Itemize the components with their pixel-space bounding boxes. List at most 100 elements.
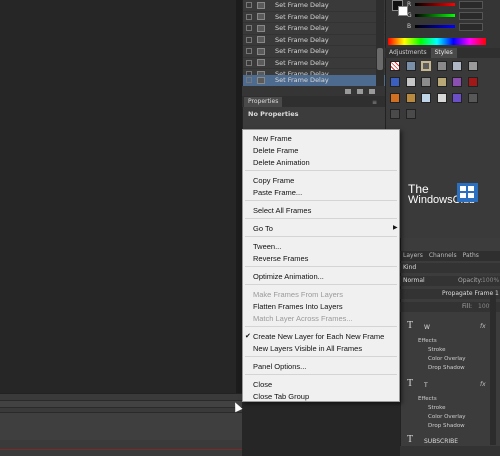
- menu-item-new-layers-visible-all-frames[interactable]: New Layers Visible in All Frames: [253, 344, 362, 353]
- actions-scroll-thumb[interactable]: [377, 48, 383, 70]
- new-action-icon[interactable]: [357, 88, 363, 94]
- dialog-toggle-icon[interactable]: [257, 36, 265, 44]
- style-swatch[interactable]: [406, 77, 416, 87]
- action-row[interactable]: Set Frame Delay: [243, 58, 386, 69]
- style-swatch[interactable]: [468, 77, 478, 87]
- dialog-toggle-icon[interactable]: [257, 76, 265, 84]
- style-swatch[interactable]: [452, 61, 462, 71]
- blue-slider[interactable]: [415, 25, 455, 28]
- menu-item-reverse-frames[interactable]: Reverse Frames: [253, 254, 308, 263]
- red-value-field[interactable]: [459, 1, 483, 9]
- red-slider[interactable]: [415, 3, 455, 6]
- effect-stroke[interactable]: Stroke: [428, 405, 446, 411]
- checkbox-icon[interactable]: [246, 36, 252, 43]
- style-swatch[interactable]: [468, 61, 478, 71]
- style-swatch[interactable]: [421, 93, 431, 103]
- style-swatch-none-icon[interactable]: [390, 61, 400, 71]
- panel-menu-icon[interactable]: ≡: [372, 99, 377, 106]
- layers-scrollbar[interactable]: [490, 295, 496, 445]
- tab-layers[interactable]: Layers: [400, 251, 426, 261]
- checkbox-icon[interactable]: [246, 48, 252, 55]
- dialog-toggle-icon[interactable]: [257, 59, 265, 67]
- style-swatch[interactable]: [421, 77, 431, 87]
- style-swatch[interactable]: [437, 61, 447, 71]
- blue-value-field[interactable]: [459, 23, 483, 31]
- menu-separator: [245, 200, 397, 201]
- effect-color-overlay[interactable]: Color Overlay: [428, 356, 466, 362]
- style-swatch[interactable]: [406, 109, 416, 119]
- action-row[interactable]: Set Frame Delay: [243, 46, 386, 58]
- tab-properties[interactable]: Properties: [244, 97, 283, 107]
- action-row[interactable]: Set Frame Delay: [243, 12, 386, 23]
- document-canvas-area[interactable]: [0, 0, 236, 393]
- tab-styles[interactable]: Styles: [430, 48, 457, 58]
- fx-icon[interactable]: fx: [480, 381, 486, 388]
- dialog-toggle-icon[interactable]: [257, 47, 265, 55]
- action-row[interactable]: Set Frame Delay: [243, 0, 386, 12]
- trash-icon[interactable]: [369, 88, 375, 94]
- action-row-selected[interactable]: Set Frame Delay: [243, 75, 386, 87]
- effect-drop-shadow[interactable]: Drop Shadow: [428, 423, 465, 429]
- style-swatch[interactable]: [452, 77, 462, 87]
- text-layer-icon: T: [407, 320, 414, 331]
- style-swatch[interactable]: [406, 61, 416, 71]
- action-row[interactable]: Set Frame Delay: [243, 35, 386, 46]
- menu-item-create-new-layer-each-frame[interactable]: Create New Layer for Each New Frame: [253, 332, 384, 341]
- green-value-field[interactable]: [459, 12, 483, 20]
- timeline-toolbar: [0, 400, 242, 408]
- tab-adjustments[interactable]: Adjustments: [385, 48, 431, 58]
- tab-channels[interactable]: Channels: [426, 251, 460, 261]
- style-swatch[interactable]: [406, 93, 416, 103]
- checkbox-icon[interactable]: [246, 77, 252, 84]
- checkmark-icon: ✔: [245, 332, 251, 340]
- dialog-toggle-icon[interactable]: [257, 13, 265, 21]
- checkbox-icon[interactable]: [246, 13, 252, 20]
- green-slider[interactable]: [415, 14, 455, 17]
- menu-separator: [245, 266, 397, 267]
- menu-item-new-frame[interactable]: New Frame: [253, 134, 292, 143]
- checkbox-icon[interactable]: [246, 25, 252, 32]
- style-swatch[interactable]: [437, 93, 447, 103]
- menu-item-go-to[interactable]: Go To: [253, 224, 273, 233]
- dialog-toggle-icon[interactable]: [257, 24, 265, 32]
- actions-scrollbar[interactable]: [376, 0, 384, 86]
- style-swatch[interactable]: [390, 93, 400, 103]
- layer-name-t[interactable]: T: [424, 382, 428, 389]
- style-swatch[interactable]: [468, 93, 478, 103]
- fx-icon[interactable]: fx: [480, 323, 486, 330]
- menu-item-optimize-animation[interactable]: Optimize Animation...: [253, 272, 324, 281]
- menu-item-select-all-frames[interactable]: Select All Frames: [253, 206, 311, 215]
- menu-separator: [245, 374, 397, 375]
- effect-stroke[interactable]: Stroke: [428, 347, 446, 353]
- menu-item-close[interactable]: Close: [253, 380, 272, 389]
- style-swatch[interactable]: [421, 61, 431, 71]
- menu-item-delete-frame[interactable]: Delete Frame: [253, 146, 298, 155]
- effects-label: Effects: [418, 338, 437, 344]
- tab-paths[interactable]: Paths: [460, 251, 482, 261]
- menu-item-close-tab-group[interactable]: Close Tab Group: [253, 392, 309, 401]
- style-swatch[interactable]: [390, 77, 400, 87]
- action-row[interactable]: Set Frame Delay: [243, 23, 386, 35]
- style-swatch[interactable]: [390, 109, 400, 119]
- menu-item-match-layer-across-frames: Match Layer Across Frames...: [253, 314, 353, 323]
- menu-item-panel-options[interactable]: Panel Options...: [253, 362, 306, 371]
- blend-mode-dropdown[interactable]: Normal: [403, 277, 425, 284]
- menu-item-copy-frame[interactable]: Copy Frame: [253, 176, 294, 185]
- style-swatch[interactable]: [437, 77, 447, 87]
- checkbox-icon[interactable]: [246, 2, 252, 9]
- record-icon[interactable]: [345, 88, 351, 94]
- color-spectrum-ramp[interactable]: [388, 38, 486, 45]
- menu-item-paste-frame[interactable]: Paste Frame...: [253, 188, 302, 197]
- checkbox-icon[interactable]: [246, 59, 252, 66]
- menu-item-flatten-frames-into-layers[interactable]: Flatten Frames Into Layers: [253, 302, 343, 311]
- effect-drop-shadow[interactable]: Drop Shadow: [428, 365, 465, 371]
- dialog-toggle-icon[interactable]: [257, 1, 265, 9]
- menu-item-tween[interactable]: Tween...: [253, 242, 281, 251]
- kind-filter-dropdown[interactable]: Kind: [403, 264, 416, 271]
- style-swatch[interactable]: [452, 93, 462, 103]
- menu-item-delete-animation[interactable]: Delete Animation: [253, 158, 310, 167]
- opacity-value[interactable]: 100%: [482, 277, 499, 284]
- effect-color-overlay[interactable]: Color Overlay: [428, 414, 466, 420]
- layer-name-subscribe[interactable]: SUBSCRIBE: [424, 438, 458, 445]
- layer-name-w[interactable]: W: [424, 324, 430, 331]
